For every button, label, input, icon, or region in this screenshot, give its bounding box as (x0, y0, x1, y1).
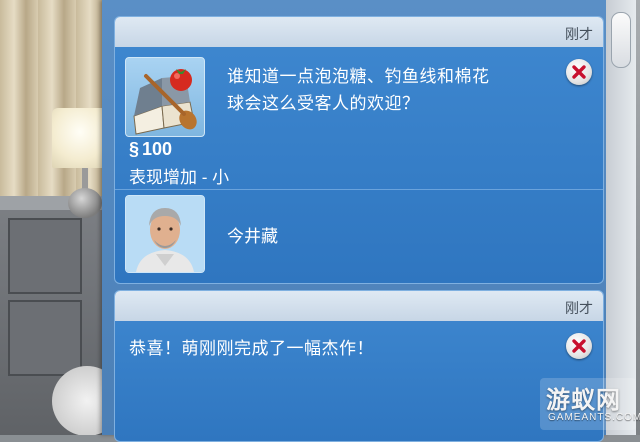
watermark-subtitle: GAMEANTS.COM (548, 412, 640, 423)
notification-card[interactable]: 刚才 恭喜！萌刚刚完成了一幅杰作！ (114, 290, 604, 442)
notification-header: 刚才 (115, 17, 603, 47)
notification-time: 刚才 (565, 26, 593, 42)
performance-effect: 表现增加 - 小 (129, 168, 230, 187)
notification-message: 恭喜！萌刚刚完成了一幅杰作！ (129, 339, 374, 358)
close-button[interactable] (566, 333, 592, 359)
lamp-base (68, 188, 102, 218)
sim-portrait[interactable] (125, 195, 205, 273)
notification-header: 刚才 (115, 291, 603, 321)
close-button[interactable] (566, 59, 592, 85)
notification-message: 谁知道一点泡泡糖、钓鱼线和棉花 球会这么受客人的欢迎？ (227, 63, 557, 117)
nightstand-drawer (8, 300, 82, 376)
reward-amount: § 100 (129, 139, 172, 160)
divider (115, 189, 603, 190)
cookbook-tomato-spoon-icon (125, 57, 205, 137)
watermark-title: 游蚁网 (546, 387, 621, 414)
reward-value: 100 (142, 139, 173, 159)
nightstand-drawer (8, 218, 82, 294)
close-icon (572, 339, 586, 353)
notification-message-line: 球会这么受客人的欢迎？ (227, 94, 420, 113)
notification-time: 刚才 (565, 300, 593, 316)
notification-message-line: 谁知道一点泡泡糖、钓鱼线和棉花 (227, 67, 490, 86)
notification-panel[interactable]: 刚才 谁知道一点泡泡糖、钓鱼线和棉花 球会这么受客人的欢迎？ § 100 表现增… (102, 0, 608, 442)
simoleon-icon: § (129, 139, 140, 159)
scrollbar-thumb[interactable] (611, 12, 631, 68)
notification-card[interactable]: 刚才 谁知道一点泡泡糖、钓鱼线和棉花 球会这么受客人的欢迎？ § 100 表现增… (114, 16, 604, 284)
close-icon (572, 65, 586, 79)
sim-name: 今井藏 (227, 227, 278, 246)
